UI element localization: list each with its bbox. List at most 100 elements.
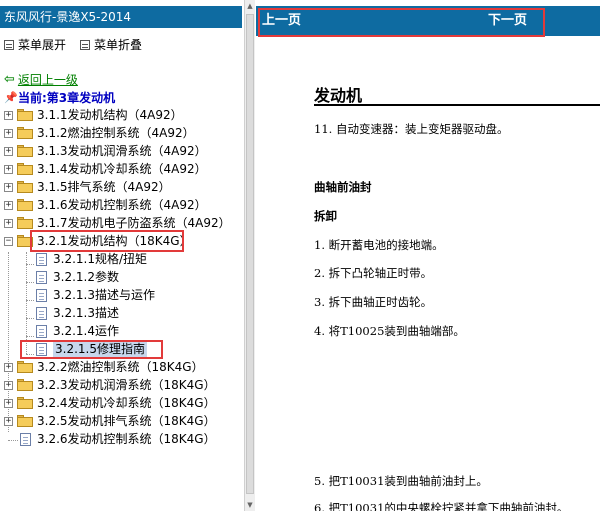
tree-leaf-label: 3.2.1.1规格/扭矩 xyxy=(53,252,148,266)
menu-collapse-icon xyxy=(80,39,91,50)
tree-leaf[interactable]: 3.2.1.4运作 xyxy=(36,322,119,340)
step-line: 2. 拆下凸轮轴正时带。 xyxy=(314,266,433,280)
tree-leaf-label: 3.2.1.5修理指南 xyxy=(53,340,147,358)
navigation-panel: 东风风行-景逸X5-2014 菜单展开 菜单折叠 ⇦ 返回上一级 📌 当前:第3… xyxy=(0,0,244,511)
pin-icon: 📌 xyxy=(4,90,18,104)
content-line: 11. 自动变速器：装上变矩器驱动盘。 xyxy=(314,122,509,136)
back-link[interactable]: ⇦ 返回上一级 xyxy=(4,71,78,88)
scrollbar-thumb[interactable] xyxy=(246,14,254,494)
folder-icon xyxy=(17,181,33,193)
menu-toolbar: 菜单展开 菜单折叠 xyxy=(4,36,142,53)
highlight-box xyxy=(258,8,545,37)
tree-item[interactable]: + 3.1.2燃油控制系统（4A92） xyxy=(4,124,195,142)
tree-item-expanded[interactable]: − 3.2.1发动机结构（18K4G） xyxy=(4,232,192,250)
tree-item[interactable]: + 3.2.3发动机润滑系统（18K4G） xyxy=(4,376,216,394)
tree-item-label: 3.1.3发动机润滑系统（4A92） xyxy=(37,144,207,158)
folder-icon xyxy=(17,397,33,409)
expand-toggle-icon[interactable]: + xyxy=(4,110,13,120)
folder-icon xyxy=(17,127,33,139)
tree-item-label: 3.1.7发动机电子防盗系统（4A92） xyxy=(37,216,231,230)
expand-toggle-icon[interactable]: + xyxy=(4,128,13,138)
tree-leaf[interactable]: 3.2.1.3描述与运作 xyxy=(36,286,155,304)
document-icon xyxy=(36,252,47,266)
back-arrow-icon: ⇦ xyxy=(4,72,15,87)
document-icon xyxy=(36,324,47,338)
current-chapter-label: 当前:第3章发动机 xyxy=(18,91,116,105)
step-line: 4. 将T10025装到曲轴端部。 xyxy=(314,324,465,338)
manual-title: 东风风行-景逸X5-2014 xyxy=(0,6,242,28)
tree-leaf-label: 3.2.1.2参数 xyxy=(53,270,119,284)
expand-menu-label: 菜单展开 xyxy=(18,38,67,52)
collapse-menu-label: 菜单折叠 xyxy=(94,38,143,52)
tree-item[interactable]: + 3.1.7发动机电子防盗系统（4A92） xyxy=(4,214,231,232)
tree-item[interactable]: + 3.1.4发动机冷却系统（4A92） xyxy=(4,160,207,178)
tree-leaf[interactable]: 3.2.1.1规格/扭矩 xyxy=(36,250,147,268)
document-icon xyxy=(20,432,31,446)
folder-icon xyxy=(17,199,33,211)
folder-icon xyxy=(17,109,33,121)
document-icon xyxy=(36,306,47,320)
tree-leaf-selected[interactable]: 3.2.1.5修理指南 xyxy=(36,340,147,358)
tree-item-label: 3.1.6发动机控制系统（4A92） xyxy=(37,198,207,212)
tree-leaf[interactable]: 3.2.1.2参数 xyxy=(36,268,119,286)
document-icon xyxy=(36,342,47,356)
tree-leaf-label: 3.2.1.3描述与运作 xyxy=(53,288,155,302)
tree-item-label: 3.1.2燃油控制系统（4A92） xyxy=(37,126,195,140)
tree-item-label: 3.2.3发动机润滑系统（18K4G） xyxy=(37,378,216,392)
expand-toggle-icon[interactable]: + xyxy=(4,218,13,228)
expand-toggle-icon[interactable]: + xyxy=(4,380,13,390)
tree-item-label: 3.2.5发动机排气系统（18K4G） xyxy=(37,414,216,428)
current-chapter: 📌 当前:第3章发动机 xyxy=(4,89,115,106)
open-folder-icon xyxy=(17,235,33,247)
scroll-up-icon[interactable]: ▲ xyxy=(245,0,255,12)
expand-toggle-icon[interactable]: + xyxy=(4,416,13,426)
expand-toggle-icon[interactable]: + xyxy=(4,146,13,156)
expand-toggle-icon[interactable]: + xyxy=(4,200,13,210)
tree-leaf-label: 3.2.1.4运作 xyxy=(53,324,119,338)
tree-leaf-label: 3.2.1.3描述 xyxy=(53,306,119,320)
tree-item-label: 3.1.5排气系统（4A92） xyxy=(37,180,171,194)
document-icon xyxy=(36,288,47,302)
tree-leaf[interactable]: 3.2.6发动机控制系统（18K4G） xyxy=(20,430,216,448)
back-link-label: 返回上一级 xyxy=(17,73,78,87)
step-line: 5. 把T10031装到曲轴前油封上。 xyxy=(314,474,488,488)
tree-item-label: 3.1.4发动机冷却系统（4A92） xyxy=(37,162,207,176)
step-line: 1. 断开蓄电池的接地端。 xyxy=(314,238,444,252)
folder-icon xyxy=(17,145,33,157)
step-line: 3. 拆下曲轴正时齿轮。 xyxy=(314,295,433,309)
collapse-toggle-icon[interactable]: − xyxy=(4,236,13,246)
expand-toggle-icon[interactable]: + xyxy=(4,398,13,408)
expand-menu-button[interactable]: 菜单展开 xyxy=(4,36,66,53)
folder-icon xyxy=(17,217,33,229)
content-panel: 上一页 下一页 发动机 11. 自动变速器：装上变矩器驱动盘。 曲轴前油封 拆卸… xyxy=(256,0,600,511)
document-icon xyxy=(36,270,47,284)
tree-item[interactable]: + 3.1.5排气系统（4A92） xyxy=(4,178,171,196)
tree-item[interactable]: + 3.2.4发动机冷却系统（18K4G） xyxy=(4,394,216,412)
folder-icon xyxy=(17,415,33,427)
collapse-menu-button[interactable]: 菜单折叠 xyxy=(80,36,142,53)
subsection-heading: 曲轴前油封 xyxy=(314,180,372,194)
tree-item[interactable]: + 3.1.1发动机结构（4A92） xyxy=(4,106,183,124)
tree-item-label: 3.2.2燃油控制系统（18K4G） xyxy=(37,360,204,374)
expand-toggle-icon[interactable]: + xyxy=(4,182,13,192)
folder-icon xyxy=(17,379,33,391)
folder-icon xyxy=(17,163,33,175)
tree-item[interactable]: + 3.2.2燃油控制系统（18K4G） xyxy=(4,358,204,376)
subsection-heading: 拆卸 xyxy=(314,209,337,223)
tree-item[interactable]: + 3.1.3发动机润滑系统（4A92） xyxy=(4,142,207,160)
tree-leaf[interactable]: 3.2.1.3描述 xyxy=(36,304,119,322)
folder-icon xyxy=(17,361,33,373)
tree-item[interactable]: + 3.2.5发动机排气系统（18K4G） xyxy=(4,412,216,430)
menu-expand-icon xyxy=(4,39,14,50)
step-line: 6. 把T10031的中央螺栓拧紧并拿下曲轴前油封。 xyxy=(314,501,569,511)
expand-toggle-icon[interactable]: + xyxy=(4,362,13,372)
title-divider xyxy=(314,104,600,106)
scroll-down-icon[interactable]: ▼ xyxy=(245,499,255,511)
expand-toggle-icon[interactable]: + xyxy=(4,164,13,174)
tree-item-label: 3.1.1发动机结构（4A92） xyxy=(37,108,183,122)
tree-item[interactable]: + 3.1.6发动机控制系统（4A92） xyxy=(4,196,207,214)
tree-item-label: 3.2.1发动机结构（18K4G） xyxy=(37,234,192,248)
tree-scrollbar[interactable]: ▲ ▼ xyxy=(244,0,255,511)
section-title: 发动机 xyxy=(314,86,363,105)
tree-leaf-label: 3.2.6发动机控制系统（18K4G） xyxy=(37,432,216,446)
